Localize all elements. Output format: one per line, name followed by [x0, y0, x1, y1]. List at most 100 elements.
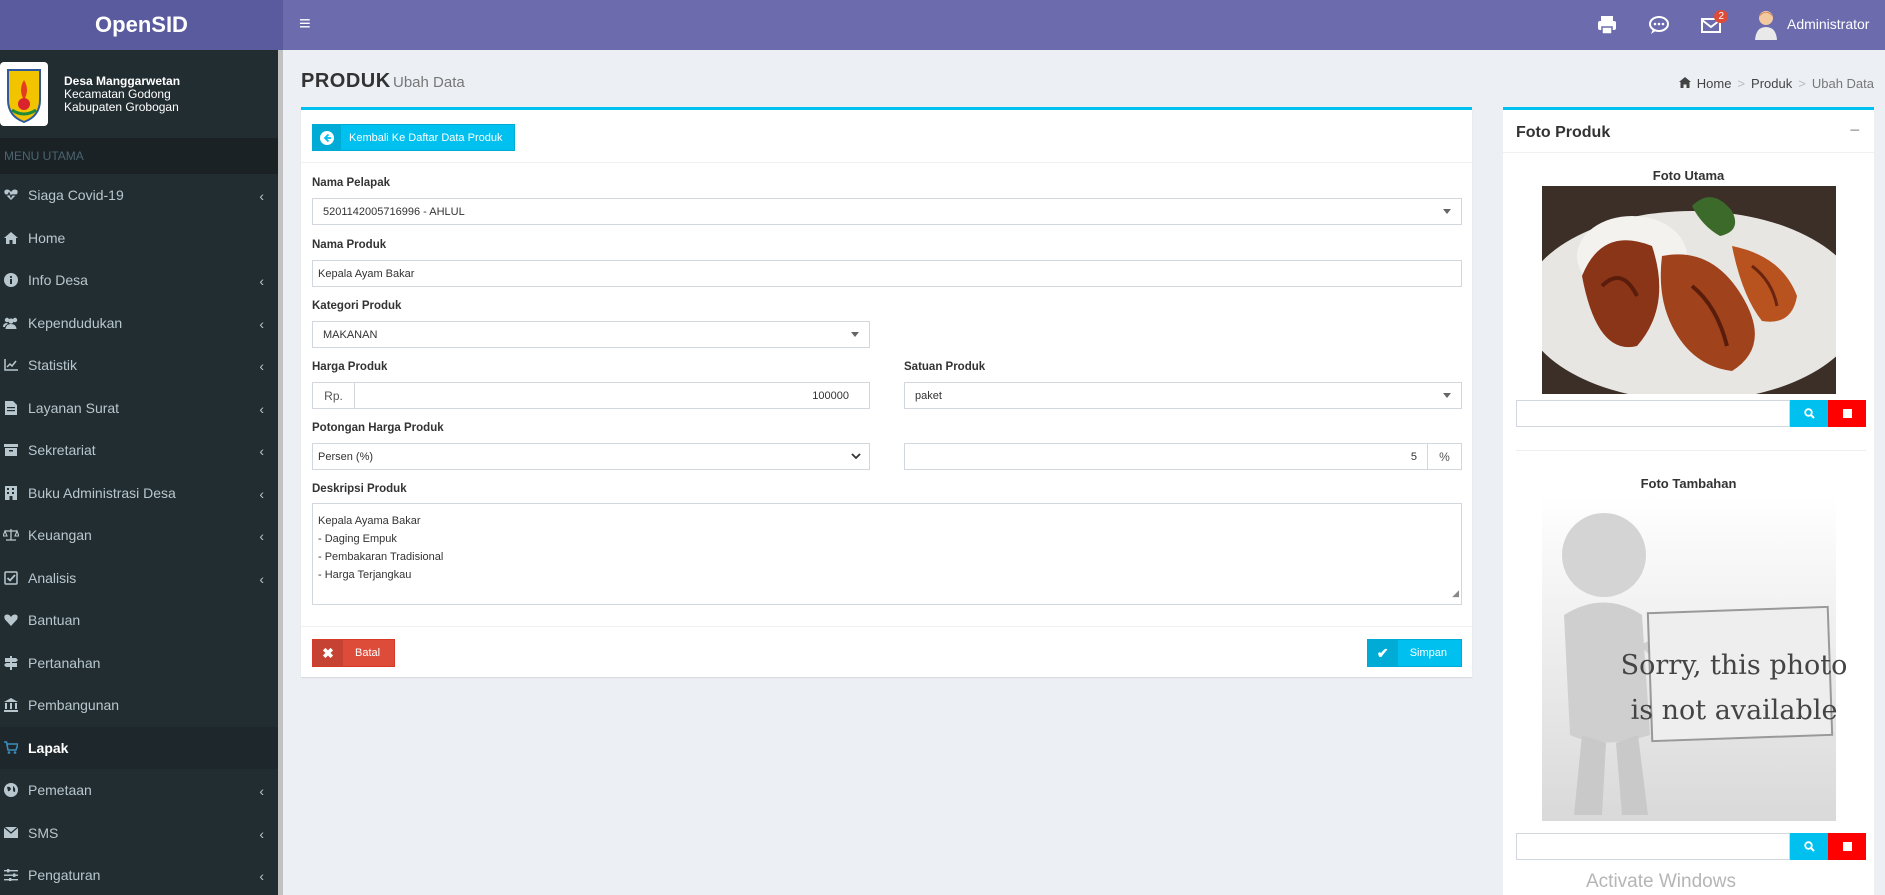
app-logo[interactable]: OpenSID — [0, 0, 283, 50]
page-subtitle: Ubah Data — [393, 74, 465, 91]
sidebar-item-label: Layanan Surat — [28, 399, 120, 416]
village-emblem — [0, 62, 48, 126]
dashboard-icon — [1678, 76, 1691, 91]
sidebar-item-buku-administrasi[interactable]: Buku Administrasi Desa ‹ — [0, 472, 278, 515]
back-to-list-button[interactable]: Kembali Ke Daftar Data Produk — [312, 124, 516, 151]
browse-button[interactable] — [1790, 400, 1828, 427]
product-name-input[interactable]: Kepala Ayam Bakar — [312, 260, 1462, 287]
chevron-down-icon — [851, 451, 861, 463]
sidebar-item-bantuan[interactable]: Bantuan — [0, 599, 278, 642]
placeholder-text-line1: Sorry, this photo — [1620, 650, 1848, 681]
sidebar-item-label: Kependudukan — [28, 314, 123, 331]
sidebar-item-sms[interactable]: SMS ‹ — [0, 812, 278, 855]
sidebar-item-pemetaan[interactable]: Pemetaan ‹ — [0, 769, 278, 812]
discount-value-input[interactable]: 5 % — [904, 443, 1462, 470]
sidebar-item-home[interactable]: Home — [0, 217, 278, 260]
description-textarea[interactable]: Kepala Ayama Bakar - Daging Empuk - Pemb… — [312, 503, 1462, 605]
caret-down-icon — [851, 332, 859, 337]
users-icon — [3, 317, 19, 329]
breadcrumb-produk[interactable]: Produk — [1751, 76, 1792, 91]
caret-down-icon — [1443, 393, 1451, 398]
divider — [1516, 450, 1866, 451]
discount-label: Potongan Harga Produk — [312, 422, 444, 434]
sidebar-item-analisis[interactable]: Analisis ‹ — [0, 557, 278, 600]
discount-type-value: Persen (%) — [318, 450, 374, 463]
user-name: Administrator — [1787, 16, 1870, 32]
sidebar-item-info-desa[interactable]: Info Desa ‹ — [0, 259, 278, 302]
unit-select[interactable]: paket — [904, 382, 1462, 409]
sidebar-toggle-icon[interactable]: ≡ — [299, 13, 311, 36]
page-title: PRODUK — [301, 70, 391, 92]
photo-box-title: Foto Produk — [1516, 124, 1611, 141]
chevron-left-icon: ‹ — [259, 485, 264, 502]
sidebar-scrollbar[interactable] — [278, 50, 283, 895]
chevron-left-icon: ‹ — [259, 315, 264, 332]
sidebar-item-lapak[interactable]: Lapak — [0, 726, 278, 769]
stop-icon — [1842, 409, 1852, 418]
sidebar-item-label: Pemetaan — [28, 782, 92, 799]
browse-button[interactable] — [1790, 833, 1828, 860]
main-photo — [1542, 186, 1836, 394]
user-menu[interactable]: Administrator — [1753, 8, 1869, 40]
village-info: Desa Manggarwetan Kecamatan Godong Kabup… — [0, 50, 278, 138]
archive-icon — [3, 444, 19, 457]
sidebar-item-label: Pembangunan — [28, 697, 120, 714]
search-icon — [1803, 841, 1815, 852]
sidebar-item-statistik[interactable]: Statistik ‹ — [0, 344, 278, 387]
globe-icon — [3, 783, 19, 798]
seller-label: Nama Pelapak — [312, 177, 390, 189]
sidebar-item-label: Home — [28, 229, 66, 246]
comments-icon[interactable] — [1648, 14, 1670, 36]
save-button-label: Simpan — [1409, 647, 1447, 659]
description-line: - Harga Terjangkau — [318, 569, 412, 581]
print-icon[interactable] — [1596, 14, 1618, 36]
sidebar-item-label: Buku Administrasi Desa — [28, 484, 176, 501]
price-value: 100000 — [812, 389, 849, 402]
heartbeat-icon — [3, 189, 19, 201]
minimize-icon[interactable]: − — [1849, 120, 1860, 141]
product-name-value: Kepala Ayam Bakar — [318, 267, 415, 280]
main-photo-file-input[interactable] — [1516, 400, 1790, 427]
sidebar-item-keuangan[interactable]: Keuangan ‹ — [0, 514, 278, 557]
extra-photo-upload — [1516, 833, 1866, 860]
heart-icon — [3, 614, 19, 627]
product-photo-box: Foto Produk − Foto Utama Foto Tambahan S… — [1503, 107, 1874, 895]
divider — [1503, 152, 1874, 153]
sidebar-item-siaga-covid[interactable]: Siaga Covid-19 ‹ — [0, 174, 278, 217]
product-form-box: Kembali Ke Daftar Data Produk Nama Pelap… — [301, 107, 1472, 677]
category-label: Kategori Produk — [312, 300, 402, 312]
sidebar-item-pertanahan[interactable]: Pertanahan — [0, 642, 278, 685]
sidebar-item-pengaturan[interactable]: Pengaturan ‹ — [0, 854, 278, 895]
chevron-left-icon: ‹ — [259, 825, 264, 842]
sidebar-item-label: Sekretariat — [28, 442, 96, 459]
divider — [301, 162, 1472, 163]
save-button[interactable]: ✔ Simpan — [1366, 639, 1462, 667]
description-label: Deskripsi Produk — [312, 483, 407, 495]
sidebar-item-label: Lapak — [28, 739, 69, 756]
chevron-left-icon: ‹ — [259, 400, 264, 417]
category-select[interactable]: MAKANAN — [312, 321, 870, 348]
remove-photo-button[interactable] — [1828, 833, 1866, 860]
price-input[interactable]: Rp. 100000 — [312, 382, 870, 409]
sidebar-item-kependudukan[interactable]: Kependudukan ‹ — [0, 302, 278, 345]
sidebar-item-label: Siaga Covid-19 — [28, 187, 124, 204]
windows-activation-watermark: Activate Windows — [1586, 871, 1736, 892]
envelope-icon — [3, 827, 19, 839]
category-value: MAKANAN — [323, 328, 378, 341]
check-square-icon — [3, 571, 19, 585]
description-line: - Pembakaran Tradisional — [318, 551, 444, 563]
discount-type-select[interactable]: Persen (%) — [312, 443, 870, 470]
extra-photo-file-input[interactable] — [1516, 833, 1790, 860]
remove-photo-button[interactable] — [1828, 400, 1866, 427]
seller-select[interactable]: 5201142005716996 - AHLUL — [312, 198, 1462, 225]
cancel-button[interactable]: ✖ Batal — [312, 639, 396, 667]
unit-label: Satuan Produk — [904, 361, 986, 373]
sidebar-item-pembangunan[interactable]: Pembangunan — [0, 684, 278, 727]
resize-handle-icon[interactable]: ◢ — [1452, 584, 1459, 602]
messages-icon[interactable]: 2 — [1700, 10, 1728, 36]
breadcrumb-home[interactable]: Home — [1697, 76, 1732, 91]
sidebar-item-layanan-surat[interactable]: Layanan Surat ‹ — [0, 387, 278, 430]
divider — [301, 626, 1472, 627]
back-button-label: Kembali Ke Daftar Data Produk — [349, 131, 503, 144]
sidebar-item-sekretariat[interactable]: Sekretariat ‹ — [0, 429, 278, 472]
